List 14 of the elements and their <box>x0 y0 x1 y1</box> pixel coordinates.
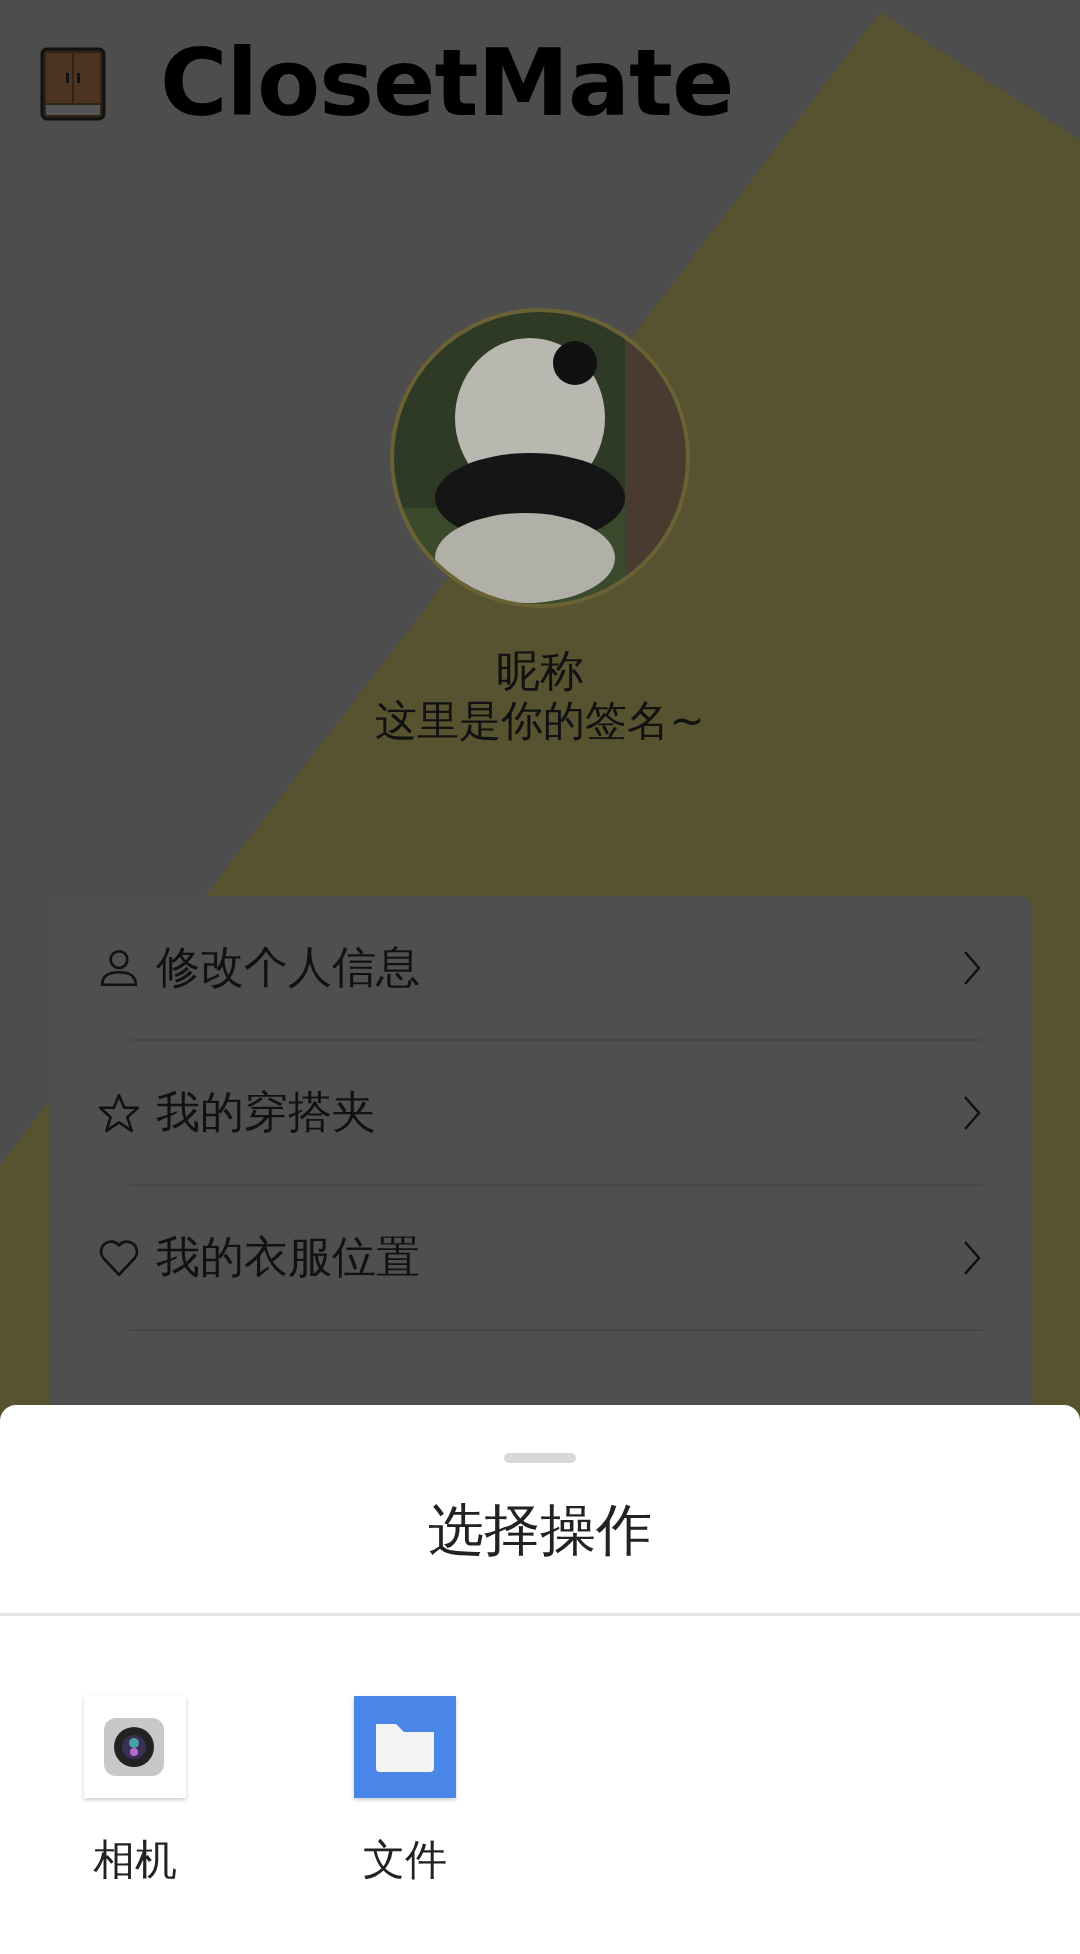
share-option[interactable]: 相机 <box>84 1696 186 1888</box>
signature: 这里是你的签名~ <box>375 696 705 746</box>
nickname: 昵称 <box>496 646 584 696</box>
share-option[interactable]: 文件 <box>354 1696 456 1888</box>
wardrobe-icon <box>40 47 106 121</box>
menu-item[interactable]: 我的穿搭夹 <box>50 1041 1032 1184</box>
star-icon <box>98 1091 140 1134</box>
app-title: ClosetMate <box>160 38 734 130</box>
menu-item[interactable]: 我的衣服位置 <box>50 1186 1032 1329</box>
folder-icon <box>354 1696 456 1798</box>
menu-item[interactable]: 修改个人信息 <box>50 896 1032 1039</box>
camera-icon <box>84 1696 186 1798</box>
drag-handle[interactable] <box>504 1453 576 1463</box>
sheet-title: 选择操作 <box>427 1498 653 1562</box>
